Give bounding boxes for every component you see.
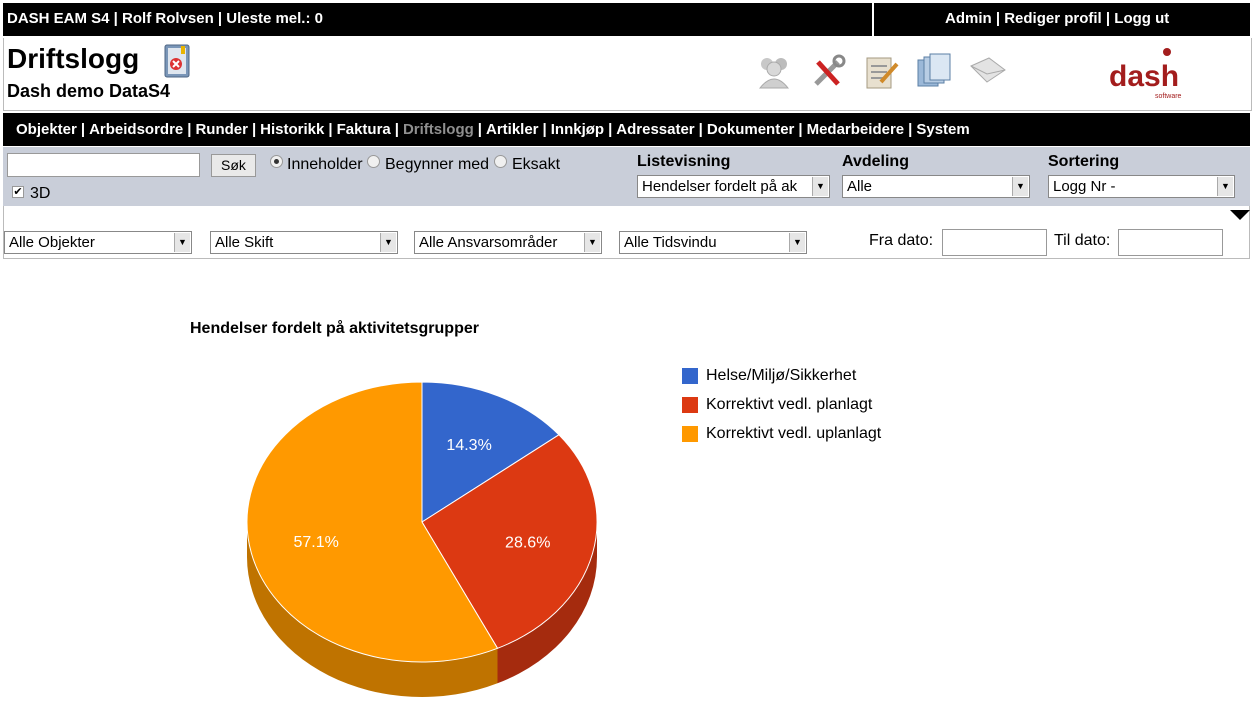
objekter-value: Alle Objekter — [9, 234, 95, 251]
top-bar-divider — [872, 3, 874, 36]
chevron-down-icon: ▼ — [174, 233, 190, 252]
nav-separator: | — [394, 121, 399, 138]
legend-swatch — [682, 368, 698, 384]
skift-value: Alle Skift — [215, 234, 274, 251]
tools-icon[interactable] — [808, 52, 848, 92]
checkbox-3d-label: 3D — [30, 185, 51, 202]
legend-swatch — [682, 397, 698, 413]
listevisning-select[interactable]: Hendelser fordelt på ak ▼ — [637, 175, 830, 198]
dash-logo: dash software — [1109, 48, 1182, 100]
link-separator: | — [1105, 10, 1111, 27]
page-subtitle: Dash demo DataS4 — [7, 81, 171, 101]
sortering-select[interactable]: Logg Nr - ▼ — [1048, 175, 1235, 198]
ansvarsomrader-value: Alle Ansvarsområder — [419, 234, 558, 251]
nav-item-system[interactable]: System — [916, 121, 969, 138]
svg-text:dash: dash — [1109, 60, 1179, 93]
nav-item-innkj-p[interactable]: Innkjøp — [551, 121, 604, 138]
nav-separator: | — [908, 121, 913, 138]
session-info: DASH EAM S4 | Rolf Rolvsen | Uleste mel.… — [7, 10, 323, 27]
chevron-down-icon: ▼ — [584, 233, 600, 252]
nav-separator: | — [798, 121, 803, 138]
clipboard-icon[interactable] — [861, 52, 901, 92]
pie-chart: 14.3% 28.6% 57.1% — [246, 381, 598, 697]
radio-begins-with[interactable] — [367, 155, 380, 168]
page-header: Driftslogg Dash demo DataS4 dash softwar… — [3, 38, 1252, 111]
chevron-down-icon: ▼ — [380, 233, 396, 252]
nav-separator: | — [698, 121, 703, 138]
pie-data-label: 14.3% — [446, 437, 491, 454]
chevron-down-icon: ▼ — [1217, 177, 1233, 196]
nav-item-dokumenter[interactable]: Dokumenter — [707, 121, 795, 138]
search-input[interactable] — [7, 153, 200, 177]
svg-text:software: software — [1155, 93, 1182, 100]
search-button[interactable]: Søk — [211, 154, 256, 177]
logbook-icon — [164, 44, 190, 78]
chevron-down-icon: ▼ — [1012, 177, 1028, 196]
nav-separator: | — [251, 121, 257, 138]
radio-contains[interactable] — [270, 155, 283, 168]
legend-label: Korrektivt vedl. uplanlagt — [706, 425, 882, 442]
nav-separator: | — [187, 121, 192, 138]
til-dato-input[interactable] — [1118, 229, 1223, 256]
radio-contains-label: Inneholder — [287, 156, 363, 173]
users-icon[interactable] — [754, 52, 794, 92]
nav-items: Objekter | Arbeidsordre | Runder | Historikk | F… — [16, 121, 970, 138]
radio-begins-label: Begynner med — [385, 156, 490, 173]
nav-item-faktura[interactable]: Faktura — [337, 121, 391, 138]
avdeling-label: Avdeling — [842, 153, 909, 170]
nav-separator: | — [80, 121, 86, 138]
sortering-label: Sortering — [1048, 153, 1120, 170]
pie-data-label: 57.1% — [294, 534, 339, 551]
legend-label: Helse/Miljø/Sikkerhet — [706, 367, 857, 384]
radio-exact[interactable] — [494, 155, 507, 168]
nav-item-medarbeidere[interactable]: Medarbeidere — [807, 121, 905, 138]
skift-select[interactable]: Alle Skift ▼ — [210, 231, 398, 254]
avdeling-value: Alle — [847, 178, 873, 195]
collapse-toggle-icon[interactable] — [1230, 210, 1250, 220]
main-nav: Objekter | Arbeidsordre | Runder | Historikk | F… — [3, 113, 1250, 146]
nav-separator: | — [328, 121, 333, 138]
nav-item-adressater[interactable]: Adressater — [616, 121, 694, 138]
radio-exact-label: Eksakt — [512, 156, 561, 173]
sortering-value: Logg Nr - — [1053, 178, 1116, 195]
link-separator: | — [995, 10, 1001, 27]
nav-item-historikk[interactable]: Historikk — [260, 121, 324, 138]
legend-label: Korrektivt vedl. planlagt — [706, 396, 873, 413]
documents-icon[interactable] — [914, 52, 954, 92]
til-dato-label: Til dato: — [1054, 232, 1111, 249]
tidsvindu-select[interactable]: Alle Tidsvindu ▼ — [619, 231, 807, 254]
objekter-select[interactable]: Alle Objekter ▼ — [4, 231, 192, 254]
page-title: Driftslogg — [7, 43, 140, 74]
chevron-down-icon: ▼ — [812, 177, 828, 196]
nav-item-runder[interactable]: Runder — [195, 121, 248, 138]
pie-data-label: 28.6% — [505, 534, 550, 551]
nav-item-objekter[interactable]: Objekter — [16, 121, 77, 138]
top-bar: DASH EAM S4 | Rolf Rolvsen | Uleste mel.… — [3, 3, 1250, 36]
nav-item-driftslogg[interactable]: Driftslogg — [403, 121, 474, 138]
nav-separator: | — [542, 121, 547, 138]
edit-profile-link[interactable]: Rediger profil — [1004, 10, 1102, 27]
ansvarsomrader-select[interactable]: Alle Ansvarsområder ▼ — [414, 231, 602, 254]
nav-item-arbeidsordre[interactable]: Arbeidsordre — [89, 121, 183, 138]
legend-swatch — [682, 426, 698, 442]
avdeling-select[interactable]: Alle ▼ — [842, 175, 1030, 198]
nav-separator: | — [608, 121, 613, 138]
fra-dato-input[interactable] — [942, 229, 1047, 256]
admin-link[interactable]: Admin — [945, 10, 992, 27]
account-links: Admin | Rediger profil | Logg ut — [945, 10, 1169, 27]
fra-dato-label: Fra dato: — [869, 232, 934, 249]
mail-icon[interactable] — [967, 52, 1007, 92]
chart-title: Hendelser fordelt på aktivitetsgrupper — [190, 320, 479, 337]
listevisning-value: Hendelser fordelt på ak — [642, 178, 798, 195]
nav-item-artikler[interactable]: Artikler — [486, 121, 539, 138]
listevisning-label: Listevisning — [637, 153, 731, 170]
tidsvindu-value: Alle Tidsvindu — [624, 234, 717, 251]
filter-bar: Søk Inneholder Begynner med Eksakt ✔ 3D … — [3, 147, 1250, 206]
nav-separator: | — [477, 121, 482, 138]
chevron-down-icon: ▼ — [789, 233, 805, 252]
checkbox-3d[interactable]: ✔ — [12, 186, 24, 198]
logout-link[interactable]: Logg ut — [1114, 10, 1169, 27]
